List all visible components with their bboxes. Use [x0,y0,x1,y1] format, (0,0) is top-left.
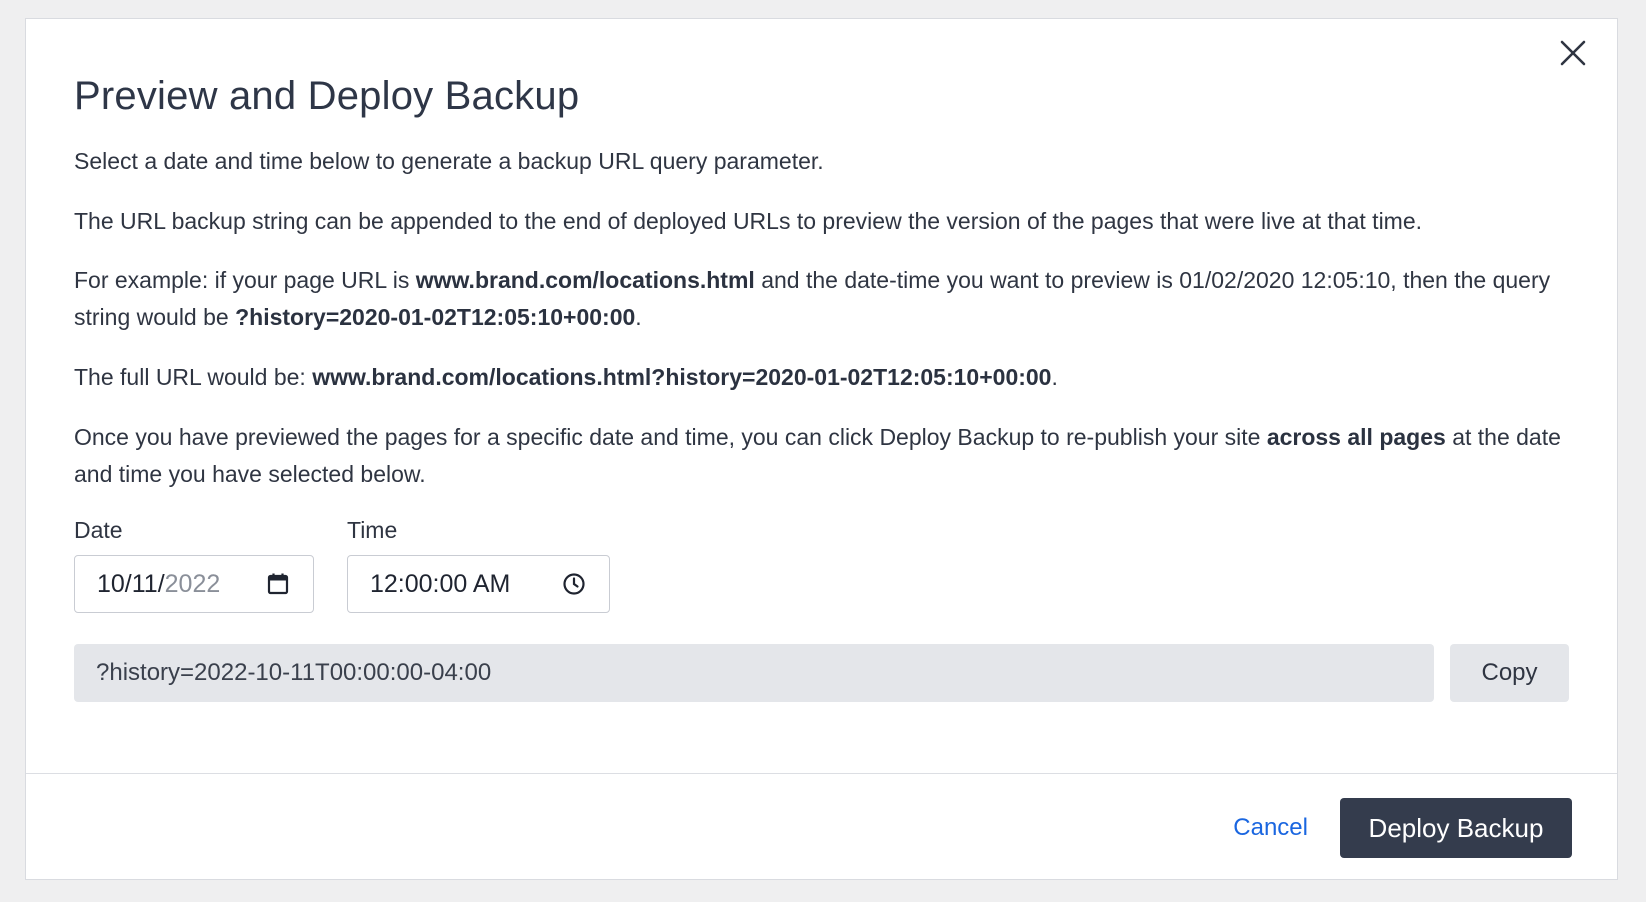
full-url-text-end: . [1051,364,1058,390]
calendar-icon[interactable] [265,571,291,597]
full-url-paragraph: The full URL would be: www.brand.com/loc… [74,359,1569,396]
time-value: 12:00:00 AM [370,569,511,598]
history-query-output[interactable]: ?history=2022-10-11T00:00:00-04:00 [74,644,1434,702]
time-label: Time [347,517,398,543]
time-input[interactable]: 12:00:00 AM [347,555,610,613]
deploy-info-text-start: Once you have previewed the pages for a … [74,424,1267,450]
date-time-fields: Date 10/11/2022 Time 12:00:00 AM [74,515,1569,613]
deploy-backup-button[interactable]: Deploy Backup [1340,798,1572,858]
example-text-end: . [635,304,642,330]
date-label: Date [74,517,123,543]
query-row: ?history=2022-10-11T00:00:00-04:00 Copy [74,644,1569,702]
example-url: www.brand.com/locations.html [415,267,755,293]
example-query-string: ?history=2020-01-02T12:05:10+00:00 [235,304,636,330]
date-input[interactable]: 10/11/2022 [74,555,314,613]
close-icon [1560,40,1586,66]
full-url-example: www.brand.com/locations.html?history=202… [312,364,1052,390]
date-value: 10/11/2022 [97,570,257,599]
close-button[interactable] [1557,37,1589,69]
footer-divider [26,773,1617,774]
full-url-text-start: The full URL would be: [74,364,313,390]
cancel-button[interactable]: Cancel [1233,814,1308,842]
date-value-year: 2022 [164,569,221,598]
time-field: Time 12:00:00 AM [347,515,610,613]
example-text-start: For example: if your page URL is [74,267,416,293]
intro-paragraph-2: The URL backup string can be appended to… [74,208,1423,234]
dialog-title: Preview and Deploy Backup [74,74,580,118]
clock-icon[interactable] [561,571,587,597]
intro-paragraph-1: Select a date and time below to generate… [74,148,824,174]
date-value-main: 10/11/ [97,569,165,598]
copy-button[interactable]: Copy [1450,644,1569,702]
dialog-body: Preview and Deploy Backup Select a date … [74,71,1569,702]
example-paragraph: For example: if your page URL is www.bra… [74,262,1569,336]
dialog-footer: Cancel Deploy Backup [1233,798,1572,858]
deploy-info-emphasis: across all pages [1266,424,1446,450]
preview-deploy-dialog: Preview and Deploy Backup Select a date … [25,18,1618,880]
deploy-info-paragraph: Once you have previewed the pages for a … [74,419,1569,493]
date-field: Date 10/11/2022 [74,515,314,613]
